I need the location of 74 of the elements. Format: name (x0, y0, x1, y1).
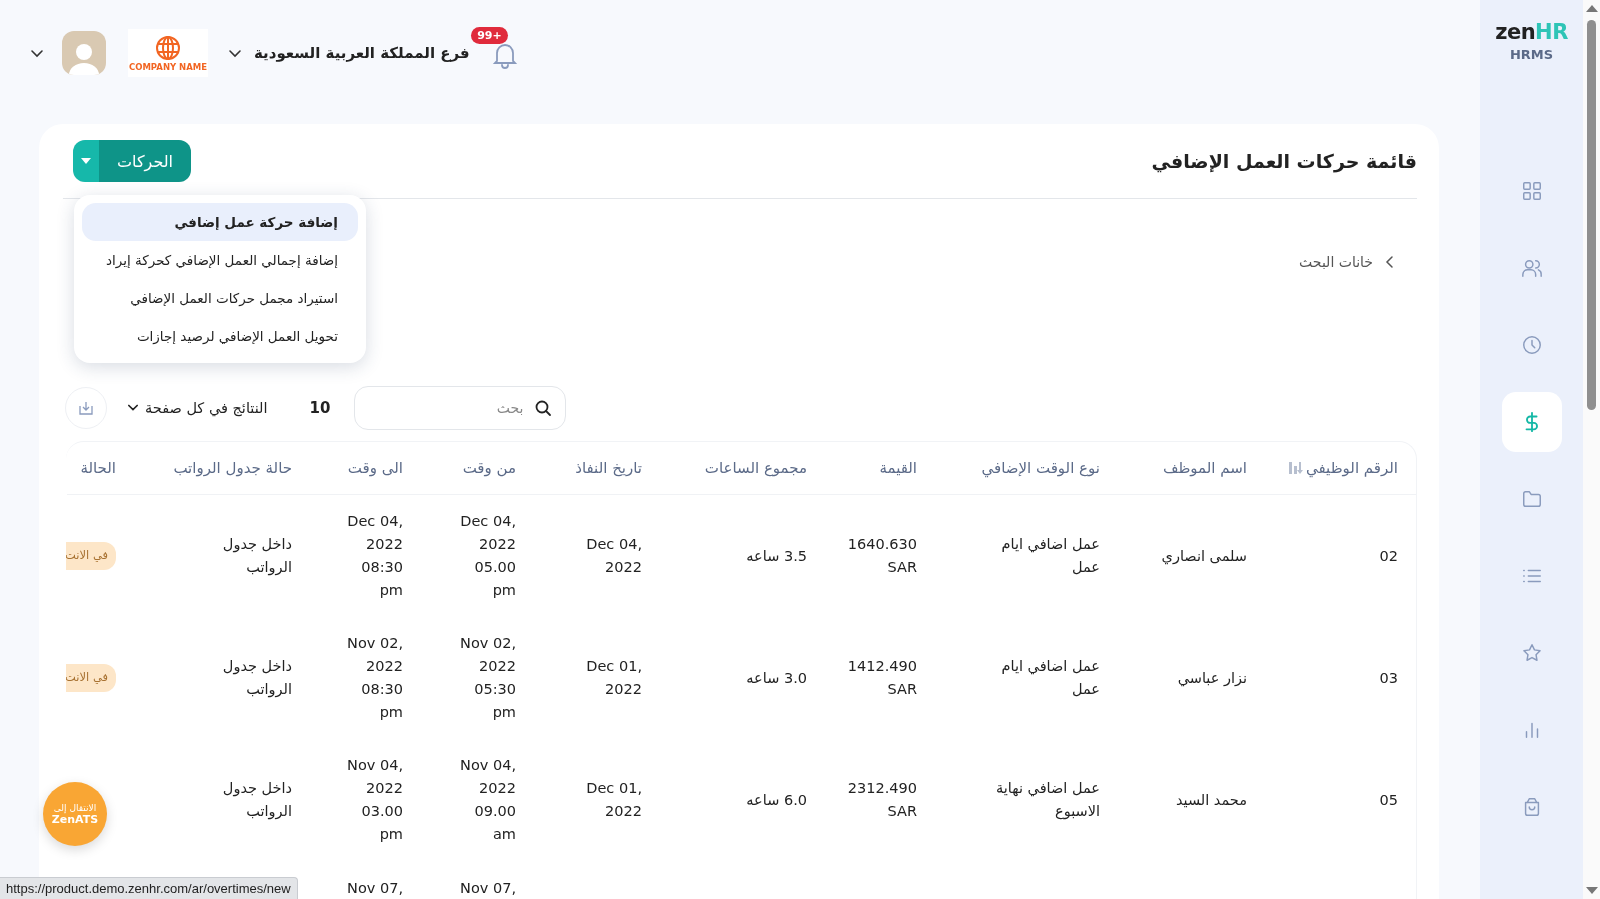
table-cell-text: 02 (1379, 546, 1398, 566)
table-cell-text: داخل جدول الرواتب (221, 657, 292, 700)
table-cell-text: Dec 04, 2022 05.00 pm (459, 512, 516, 600)
column-header[interactable]: مجموع الساعات (704, 459, 807, 477)
chevron-down-icon[interactable] (30, 47, 44, 59)
company-name: COMPANY NAME (128, 62, 208, 72)
page-size-value[interactable]: 10 (309, 399, 331, 417)
table-cell-text: عمل اضافي ايام عمل (1000, 535, 1100, 577)
search-fields-toggle[interactable]: خانات البحث (1299, 254, 1373, 270)
star-icon (1520, 642, 1543, 664)
page-title: قائمة حركات العمل الإضافي (1151, 150, 1417, 172)
clock-icon (1520, 334, 1543, 356)
table-cell-text: 1640.630 SAR (846, 535, 917, 577)
bell-icon[interactable] (491, 41, 518, 69)
table-cell-text: Dec 04, 2022 08:30 pm (346, 512, 403, 600)
grid-icon (1520, 180, 1543, 202)
table-cell-text: 6.0 ساعه (746, 790, 807, 810)
column-header[interactable]: الحالة (80, 459, 116, 477)
column-header[interactable]: تاريخ النفاذ (575, 459, 642, 477)
actions-button[interactable]: الحركات (73, 140, 192, 182)
people-icon (1520, 257, 1543, 279)
caret-icon (81, 158, 91, 164)
table-cell-text: عمل اضافي ايام عمل (1000, 657, 1100, 699)
table-cell-text: Nov 02, 2022 05:30 pm (459, 634, 516, 722)
table-cell-text: محمد السيد (1175, 790, 1247, 810)
chevron-left-icon[interactable] (1385, 255, 1395, 269)
table-cell-text: Nov 02, 2022 08:30 pm (346, 634, 403, 722)
table-cell-text: Nov 04, 2022 03.00 pm (346, 756, 403, 844)
table-cell-text: عمل اضافي نهاية الاسبوع (995, 779, 1100, 822)
table-cell-text: نزار عباسي (1177, 668, 1247, 689)
chevron-down-icon (127, 403, 139, 413)
table-cell-text: Dec 01, 2022 (585, 657, 642, 699)
table-cell-text: 2312.490 SAR (846, 779, 917, 821)
table-cell-text: 3.5 ساعه (746, 546, 807, 566)
nav-item[interactable] (1501, 392, 1562, 452)
status-tag: في الانت (66, 542, 116, 570)
table-cell-text: Nov 07, (460, 879, 516, 898)
table-cell-text: داخل جدول الرواتب (221, 779, 292, 822)
menu-item[interactable]: إضافة حركة عمل إضافي (82, 203, 358, 241)
folder-icon (1520, 488, 1543, 510)
menu-item[interactable]: استيراد مجمل حركات العمل الإضافي (82, 279, 358, 317)
column-header[interactable]: القيمة (879, 459, 917, 477)
table-cell-text: Dec 01, 2022 (585, 779, 642, 821)
branch-name[interactable]: فرع المملكة العربية السعودية (254, 44, 470, 62)
notification-badge: +99 (471, 27, 508, 44)
zenhr-logo: zenHR (1495, 20, 1568, 44)
download-icon (79, 401, 93, 415)
table-cell-text: Dec 04, 2022 (585, 535, 642, 577)
column-header[interactable]: نوع الوقت الإضافي (981, 459, 1100, 477)
table-cell-text: Nov 07, (347, 879, 403, 898)
table-cell-text: 3.0 ساعه (746, 668, 807, 688)
sort-icon[interactable] (1288, 460, 1304, 476)
export-button[interactable] (65, 387, 107, 429)
table-cell-text: سلمى انصاري (1161, 546, 1247, 567)
status-url: https://product.demo.zenhr.com/ar/overtimes/new (0, 877, 298, 899)
menu-item[interactable]: تحويل العمل الإضافي لرصيد إجازات (82, 317, 358, 355)
table-cell-text: 1412.490 SAR (846, 657, 917, 699)
table-cell-text: 03 (1379, 668, 1398, 688)
column-header[interactable]: اسم الموظف (1162, 459, 1247, 477)
page-size-select[interactable]: النتائج في كل صفحة (127, 400, 268, 416)
status-tag: في الانت (66, 664, 116, 692)
avatar[interactable] (62, 31, 106, 75)
table-cell-text: 05 (1379, 790, 1398, 810)
chevron-down-icon[interactable] (228, 47, 242, 59)
column-header[interactable]: من وقت (462, 459, 516, 477)
column-header[interactable]: الرقم الوظيفي (1306, 459, 1398, 477)
column-header[interactable]: الى وقت (347, 459, 403, 477)
search-field[interactable]: بحث (354, 386, 567, 430)
column-header[interactable]: حالة جدول الرواتب (173, 459, 292, 477)
menu-item[interactable]: إضافة إجمالي العمل الإضافي كحركة إيراد (82, 241, 358, 279)
table-cell-text: داخل جدول الرواتب (221, 535, 292, 578)
logo-subtitle: HRMS (1509, 47, 1554, 62)
table-cell-text: Nov 04, 2022 09.00 am (459, 756, 516, 844)
globe-icon (153, 34, 183, 62)
